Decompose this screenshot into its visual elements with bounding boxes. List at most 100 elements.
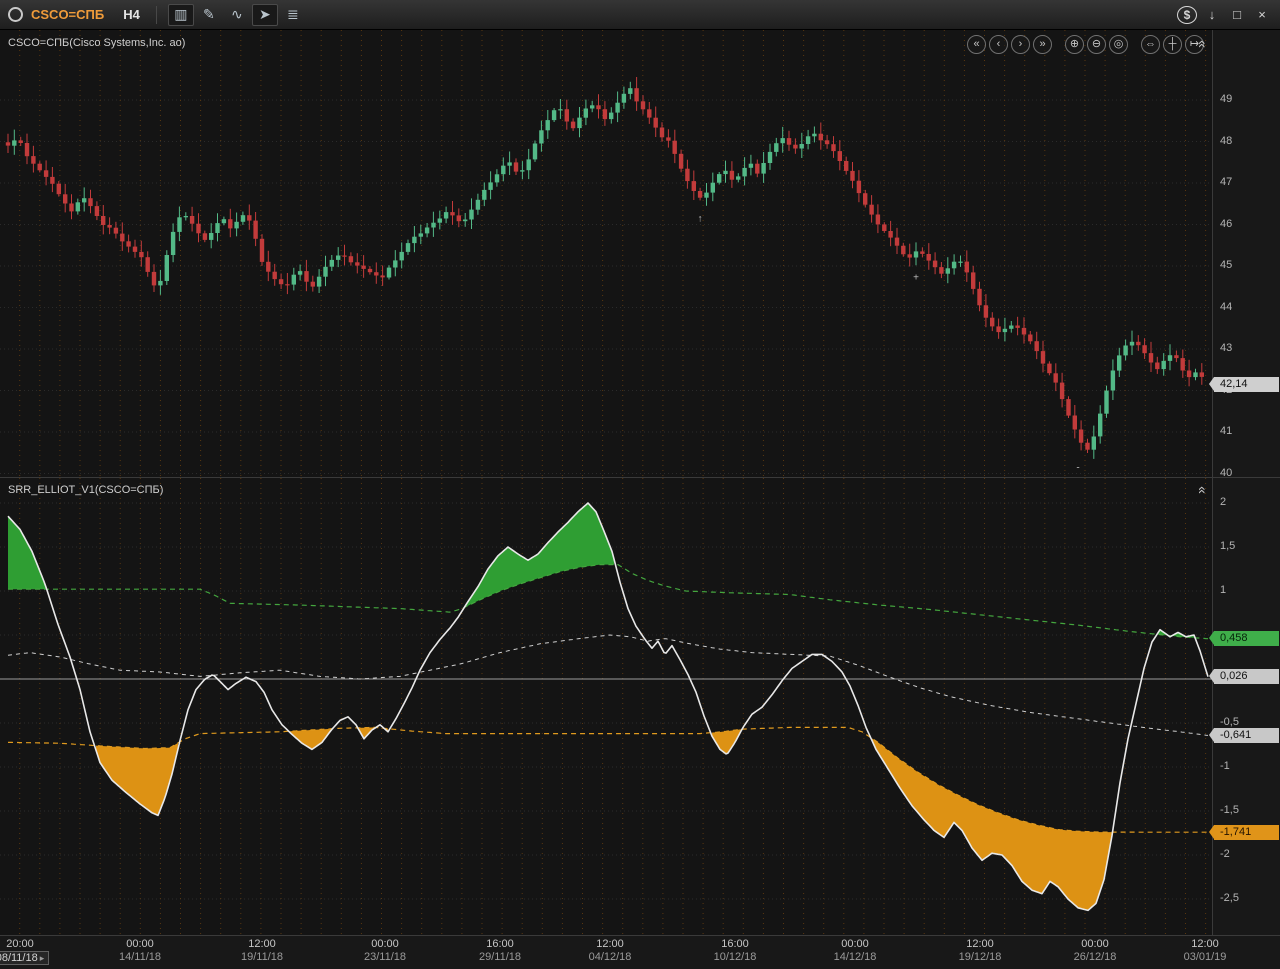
- maximize-button[interactable]: □: [1227, 5, 1247, 25]
- date-label: 04/12/18: [572, 951, 648, 963]
- indicator-value-tag: 0,026: [1214, 669, 1279, 684]
- scroll-right-button[interactable]: ›: [1011, 35, 1030, 54]
- price-axis-label: 43: [1220, 342, 1232, 354]
- time-label: 12:00: [966, 938, 994, 950]
- indicators-button[interactable]: ∿: [224, 4, 250, 26]
- toolbar-divider: [156, 6, 157, 24]
- close-button[interactable]: ×: [1252, 5, 1272, 25]
- time-label: 00:00: [126, 938, 154, 950]
- levels-button[interactable]: ≣: [280, 4, 306, 26]
- zoom-out-button[interactable]: ⊖: [1087, 35, 1106, 54]
- time-axis-label: 12:0019/11/18: [224, 938, 300, 963]
- time-label: 00:00: [371, 938, 399, 950]
- price-axis-label: 48: [1220, 135, 1232, 147]
- chart-nav-buttons: «‹›»⊕⊖◎⇔┼↦: [967, 35, 1204, 54]
- time-axis-label: 16:0010/12/18: [697, 938, 773, 963]
- cursor-button[interactable]: ➤: [252, 4, 278, 26]
- time-label: 16:00: [721, 938, 749, 950]
- indicator-tag-arrow: [1209, 728, 1214, 742]
- indicator-axis-label: -2,5: [1220, 892, 1239, 904]
- date-label: 14/11/18: [102, 951, 178, 963]
- date-label: 19/11/18: [224, 951, 300, 963]
- draw-tools-button[interactable]: ✎: [196, 4, 222, 26]
- range-start-arrow-icon: ▸: [40, 953, 45, 963]
- time-axis[interactable]: 20:0008/11/18▸00:0014/11/1812:0019/11/18…: [0, 935, 1280, 969]
- price-axis-label: 47: [1220, 176, 1232, 188]
- indicator-tag-arrow: [1209, 669, 1214, 683]
- toolbar-tools: ▥✎∿➤≣: [168, 4, 306, 26]
- timeframe-button[interactable]: H4: [118, 5, 145, 24]
- zoom-in-button[interactable]: ⊕: [1065, 35, 1084, 54]
- window-controls: $ ↓□×: [1177, 5, 1272, 25]
- indicator-pane-label: SRR_ELLIOT_V1(CSCO=СПБ): [8, 484, 163, 496]
- date-label: 29/11/18: [462, 951, 538, 963]
- indicator-tag-arrow: [1209, 825, 1214, 839]
- date-label: 03/01/19: [1167, 951, 1243, 963]
- time-axis-label: 20:0008/11/18▸: [0, 938, 58, 965]
- indicator-axis-label: 1,5: [1220, 540, 1235, 552]
- indicator-axis-label: -1,5: [1220, 804, 1239, 816]
- zoom-reset-button[interactable]: ◎: [1109, 35, 1128, 54]
- last-price-tag: 42,14: [1214, 377, 1279, 392]
- price-axis-label: 41: [1220, 425, 1232, 437]
- indicator-value-tag: 0,458: [1214, 631, 1279, 646]
- date-label: 26/12/18: [1057, 951, 1133, 963]
- time-axis-label: 00:0026/12/18: [1057, 938, 1133, 963]
- scroll-fast-left-button[interactable]: «: [967, 35, 986, 54]
- fit-width-button[interactable]: ⇔: [1141, 35, 1160, 54]
- price-chart-canvas[interactable]: ↑ + -: [0, 30, 1212, 478]
- trading-terminal-window: CSCO=СПБ H4 ▥✎∿➤≣ $ ↓□× ↑ + - CSCO=СПБ(Cisc…: [0, 0, 1280, 969]
- indicator-tag-arrow: [1209, 631, 1214, 645]
- scroll-fast-right-button[interactable]: »: [1033, 35, 1052, 54]
- date-label: 14/12/18: [817, 951, 893, 963]
- collapse-price-pane-icon[interactable]: «: [1195, 40, 1211, 48]
- svg-text:-: -: [1076, 462, 1079, 473]
- pan-button[interactable]: ┼: [1163, 35, 1182, 54]
- time-axis-label: 00:0014/12/18: [817, 938, 893, 963]
- scroll-left-button[interactable]: ‹: [989, 35, 1008, 54]
- time-axis-label: 12:0004/12/18: [572, 938, 648, 963]
- app-logo-icon[interactable]: [8, 7, 23, 22]
- indicator-axis-label: -2: [1220, 848, 1230, 860]
- time-label: 16:00: [486, 938, 514, 950]
- chart-type-button[interactable]: ▥: [168, 4, 194, 26]
- price-axis-label: 46: [1220, 218, 1232, 230]
- indicator-chart-canvas[interactable]: [0, 478, 1212, 935]
- time-label: 12:00: [596, 938, 624, 950]
- price-axis[interactable]: 4948474645444342414042,1421,51-0,5-1-1,5…: [1212, 30, 1280, 935]
- indicator-axis-label: -0,5: [1220, 716, 1239, 728]
- time-axis-label: 12:0019/12/18: [942, 938, 1018, 963]
- collapse-indicator-pane-icon[interactable]: «: [1195, 486, 1211, 494]
- time-label: 00:00: [1081, 938, 1109, 950]
- date-label: 23/11/18: [347, 951, 423, 963]
- price-pane-label: CSCO=СПБ(Cisco Systems,Inc. ao): [8, 37, 185, 49]
- time-axis-label: 00:0014/11/18: [102, 938, 178, 963]
- pane-divider[interactable]: [0, 477, 1280, 478]
- time-axis-label: 00:0023/11/18: [347, 938, 423, 963]
- time-label: 00:00: [841, 938, 869, 950]
- date-label: 10/12/18: [697, 951, 773, 963]
- price-axis-label: 45: [1220, 259, 1232, 271]
- indicator-value-tag: -0,641: [1214, 728, 1279, 743]
- indicator-value-tag: -1,741: [1214, 825, 1279, 840]
- time-label: 20:00: [6, 938, 34, 950]
- time-label: 12:00: [1191, 938, 1219, 950]
- svg-text:↑: ↑: [698, 213, 703, 224]
- price-axis-label: 49: [1220, 93, 1232, 105]
- date-label: 08/11/18▸: [0, 951, 49, 965]
- time-axis-label: 16:0029/11/18: [462, 938, 538, 963]
- chart-area: ↑ + - CSCO=СПБ(Cisco Systems,Inc. ao) SRR_…: [0, 30, 1280, 969]
- dollar-button[interactable]: $: [1177, 6, 1197, 24]
- indicator-axis-label: -1: [1220, 760, 1230, 772]
- svg-text:+: +: [913, 273, 919, 284]
- indicator-axis-label: 2: [1220, 496, 1226, 508]
- instrument-title: CSCO=СПБ: [31, 7, 104, 22]
- time-label: 12:00: [248, 938, 276, 950]
- price-axis-label: 44: [1220, 301, 1232, 313]
- date-label: 19/12/18: [942, 951, 1018, 963]
- time-axis-label: 12:0003/01/19: [1167, 938, 1243, 963]
- indicator-axis-label: 1: [1220, 584, 1226, 596]
- titlebar: CSCO=СПБ H4 ▥✎∿➤≣ $ ↓□×: [0, 0, 1280, 30]
- download-button[interactable]: ↓: [1202, 5, 1222, 25]
- last-price-tag-arrow: [1209, 377, 1214, 391]
